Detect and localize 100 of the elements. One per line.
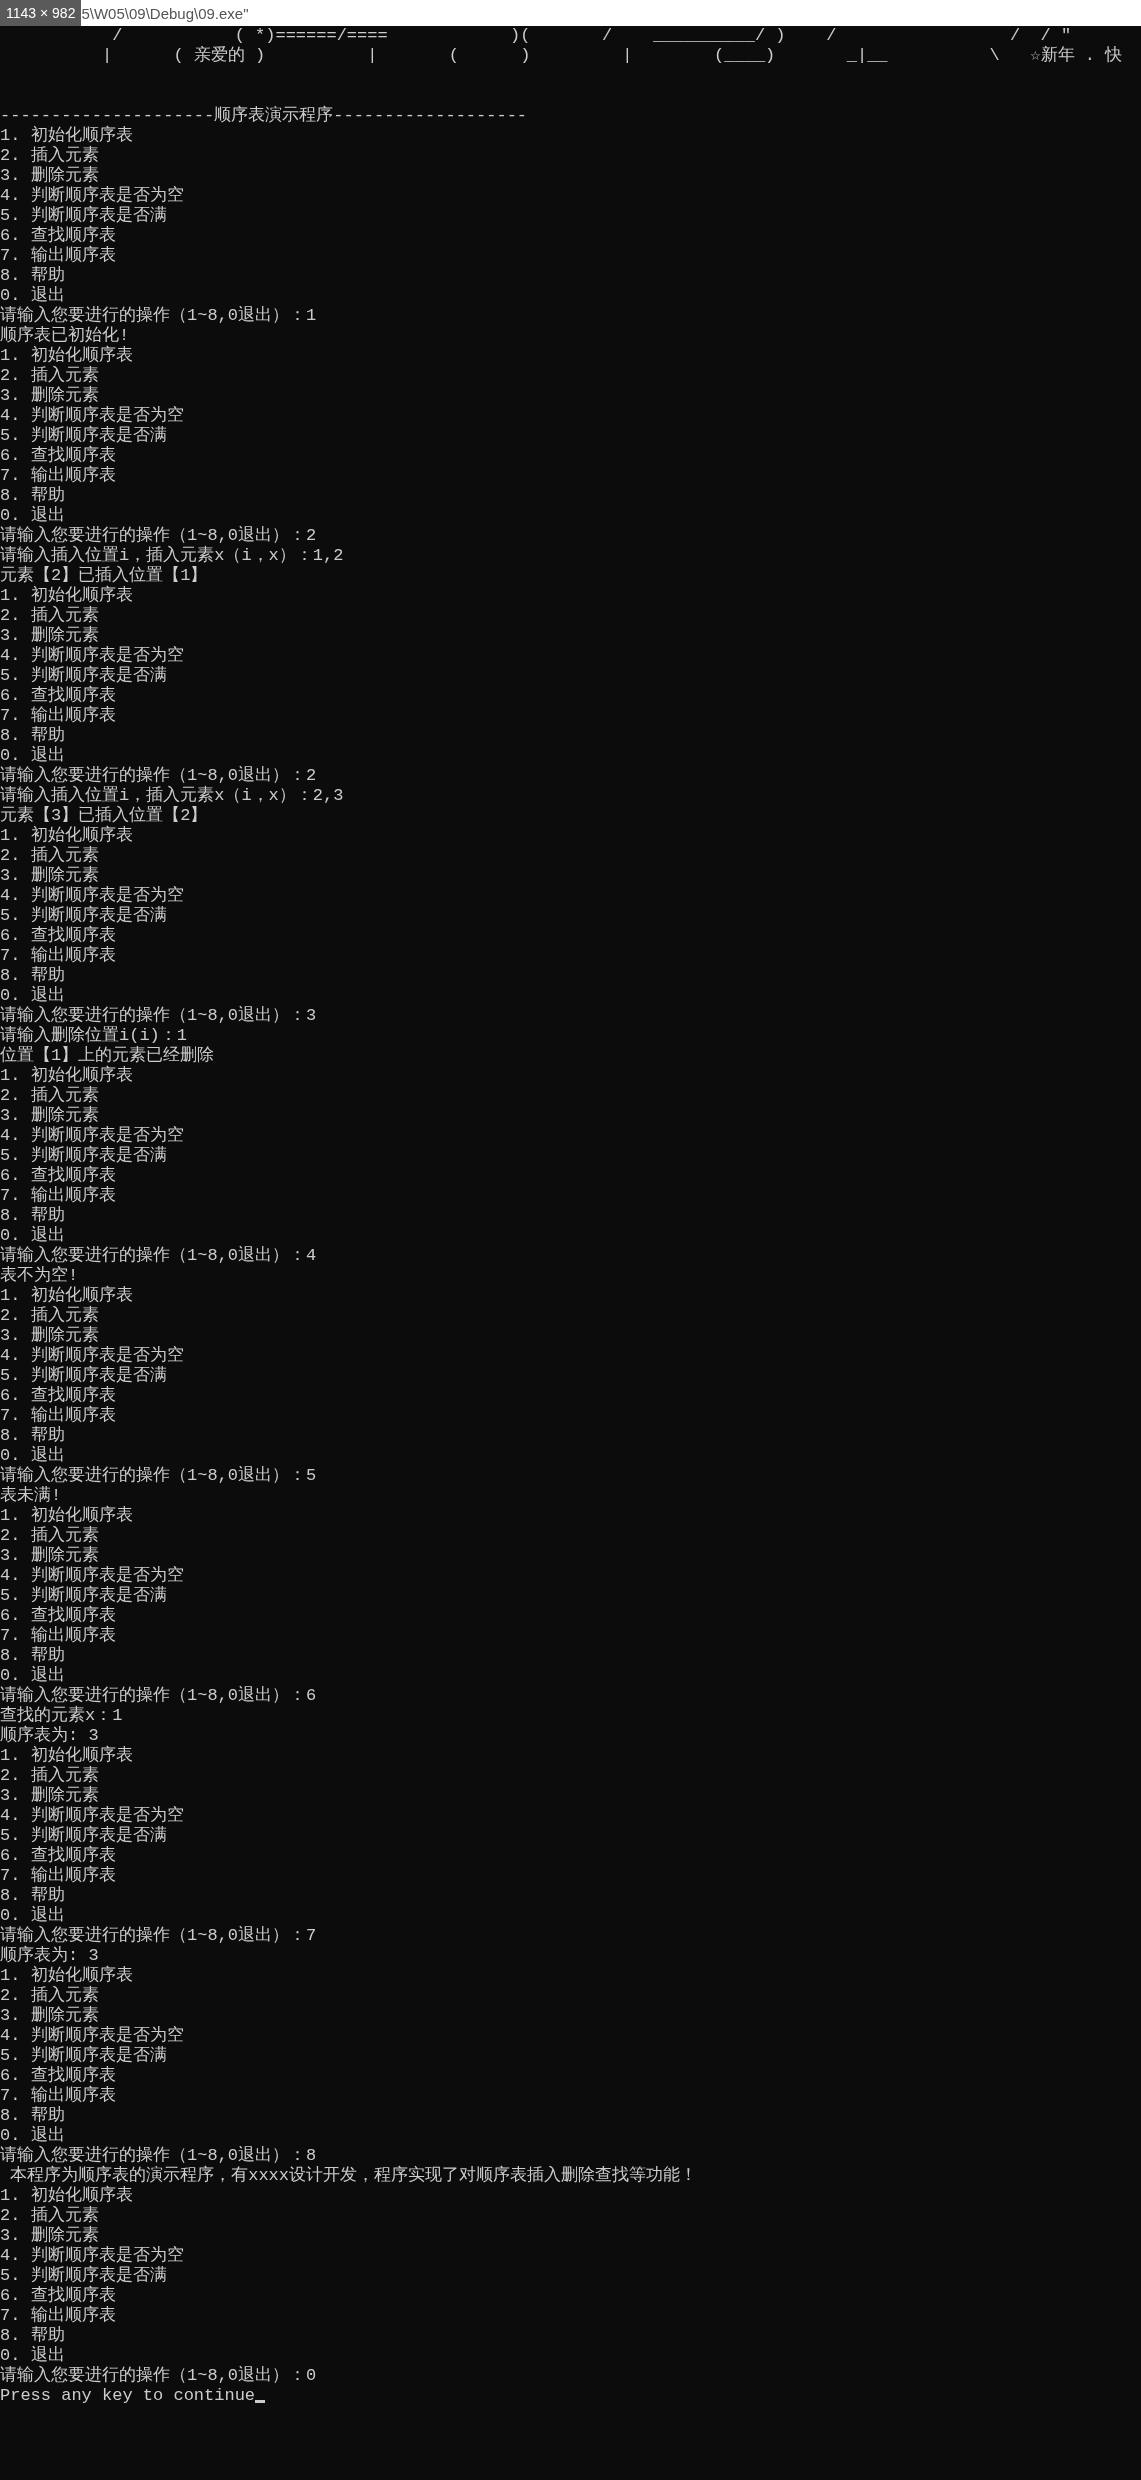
console-line: 5. 判断顺序表是否满 <box>0 2266 167 2285</box>
console-line: 6. 查找顺序表 <box>0 686 116 705</box>
console-line: 7. 输出顺序表 <box>0 2306 116 2326</box>
console-line: 7. 输出顺序表 <box>0 706 116 726</box>
console-line: 元素【2】已插入位置【1】 <box>0 566 208 585</box>
console-line: 请输入您要进行的操作（1~8,0退出）：2 <box>0 526 317 546</box>
console-line: 表不为空! <box>0 1266 79 1286</box>
console-line: 0. 退出 <box>0 1906 65 1926</box>
console-line: 5. 判断顺序表是否满 <box>0 206 167 225</box>
console-line: 5. 判断顺序表是否满 <box>0 1146 167 1165</box>
console-line: 1. 初始化顺序表 <box>0 126 133 146</box>
console-line: 请输入删除位置i(i)：1 <box>0 1026 187 1046</box>
console-line: 7. 输出顺序表 <box>0 946 116 966</box>
console-line: 8. 帮助 <box>0 1886 65 1906</box>
console-line: 2. 插入元素 <box>0 1086 99 1106</box>
console-line: 3. 删除元素 <box>0 1786 99 1805</box>
console-line: 4. 判断顺序表是否为空 <box>0 886 184 905</box>
console-line: 6. 查找顺序表 <box>0 226 116 245</box>
console-line: 6. 查找顺序表 <box>0 2286 116 2305</box>
console-line: 1. 初始化顺序表 <box>0 346 133 366</box>
console-line: 5. 判断顺序表是否满 <box>0 2046 167 2065</box>
console-line: 5. 判断顺序表是否满 <box>0 906 167 925</box>
console-line: 本程序为顺序表的演示程序，有xxxx设计开发，程序实现了对顺序表插入删除查找等功能！ <box>9 2166 697 2185</box>
console-line: 请输入您要进行的操作（1~8,0退出）：1 <box>0 306 317 325</box>
console-line: 2. 插入元素 <box>0 1306 99 1326</box>
console-line: 顺序表为: 3 <box>0 1946 99 1965</box>
console-line: 3. 删除元素 <box>0 626 99 645</box>
console-line: 位置【1】上的元素已经删除 <box>0 1046 215 1065</box>
console-line: 3. 删除元素 <box>0 1106 99 1125</box>
console-line: 4. 判断顺序表是否为空 <box>0 1806 184 1825</box>
console-line: 5. 判断顺序表是否满 <box>0 666 167 685</box>
console-line: 0. 退出 <box>0 746 65 766</box>
console-line: 1. 初始化顺序表 <box>0 2186 133 2206</box>
console-line: 请输入您要进行的操作（1~8,0退出）：2 <box>0 766 317 786</box>
console-line: 6. 查找顺序表 <box>0 1386 116 1405</box>
console-line: 3. 删除元素 <box>0 166 99 185</box>
console-line: 1. 初始化顺序表 <box>0 1066 133 1086</box>
console-line: 请输入您要进行的操作（1~8,0退出）：3 <box>0 1006 317 1026</box>
console-line: 7. 输出顺序表 <box>0 2086 116 2106</box>
console-line: 4. 判断顺序表是否为空 <box>0 2246 184 2265</box>
console-line: 0. 退出 <box>0 986 65 1006</box>
console-line: 2. 插入元素 <box>0 1766 99 1786</box>
console-line: 3. 删除元素 <box>0 2226 99 2245</box>
console-line: 0. 退出 <box>0 1666 65 1686</box>
console-line: 1. 初始化顺序表 <box>0 826 133 846</box>
console-line: 顺序表为: 3 <box>0 1726 99 1745</box>
console-line: 5. 判断顺序表是否满 <box>0 1366 167 1385</box>
console-line: 请输入您要进行的操作（1~8,0退出）：7 <box>0 1926 317 1945</box>
console-line: 元素【3】已插入位置【2】 <box>0 806 208 825</box>
ascii-art-line: / ( *)======/==== )( / __________/ ) / / / ″ <box>111 26 1072 46</box>
console-line: 3. 删除元素 <box>0 1546 99 1565</box>
console-line: 8. 帮助 <box>0 726 65 746</box>
console-line: 7. 输出顺序表 <box>0 1626 116 1646</box>
console-line: 7. 输出顺序表 <box>0 1406 116 1426</box>
window-title: 5\W05\09\Debug\09.exe" <box>81 3 249 24</box>
console-line: 0. 退出 <box>0 1446 65 1466</box>
console-line: 0. 退出 <box>0 506 65 526</box>
console-line: 2. 插入元素 <box>0 2206 99 2226</box>
console-line: 0. 退出 <box>0 286 65 306</box>
console-line: 8. 帮助 <box>0 1646 65 1666</box>
console-line: 请输入您要进行的操作（1~8,0退出）：5 <box>0 1466 317 1486</box>
console-line: 请输入您要进行的操作（1~8,0退出）：4 <box>0 1246 317 1266</box>
console-line: 6. 查找顺序表 <box>0 1166 116 1185</box>
console-line: Press any key to continue <box>0 2386 256 2406</box>
console-line: 8. 帮助 <box>0 266 65 286</box>
console-line: 2. 插入元素 <box>0 146 99 166</box>
console-line: 7. 输出顺序表 <box>0 246 116 266</box>
console-line: 2. 插入元素 <box>0 1526 99 1546</box>
console-line: 6. 查找顺序表 <box>0 926 116 945</box>
console-line: 8. 帮助 <box>0 1206 65 1226</box>
console-line: 6. 查找顺序表 <box>0 446 116 465</box>
console-line: 6. 查找顺序表 <box>0 1846 116 1865</box>
console-line: 查找的元素x：1 <box>0 1706 123 1725</box>
console-line: 5. 判断顺序表是否满 <box>0 1586 167 1605</box>
console-line: 请输入插入位置i，插入元素x（i，x）：2,3 <box>0 786 344 806</box>
console-line: 8. 帮助 <box>0 2326 65 2346</box>
console-line: 2. 插入元素 <box>0 366 99 386</box>
console-line: 6. 查找顺序表 <box>0 1606 116 1625</box>
console-line: 8. 帮助 <box>0 966 65 986</box>
console-line: 0. 退出 <box>0 2126 65 2146</box>
console-line: 3. 删除元素 <box>0 386 99 405</box>
console-line: 4. 判断顺序表是否为空 <box>0 186 184 205</box>
console-line: 4. 判断顺序表是否为空 <box>0 646 184 665</box>
console-line: 1. 初始化顺序表 <box>0 1506 133 1526</box>
console-line: 4. 判断顺序表是否为空 <box>0 1126 184 1145</box>
console-line: 3. 删除元素 <box>0 1326 99 1345</box>
console-line: 3. 删除元素 <box>0 866 99 885</box>
console-line: 请输入插入位置i，插入元素x（i，x）：1,2 <box>0 546 344 566</box>
console-line: 请输入您要进行的操作（1~8,0退出）：8 <box>0 2146 317 2165</box>
console-line: 1. 初始化顺序表 <box>0 1966 133 1986</box>
console-line: 7. 输出顺序表 <box>0 1866 116 1886</box>
console-line: 顺序表已初始化! <box>0 326 130 345</box>
console-line: 请输入您要进行的操作（1~8,0退出）：6 <box>0 1686 317 1706</box>
console-line: 4. 判断顺序表是否为空 <box>0 2026 184 2045</box>
console-line: 4. 判断顺序表是否为空 <box>0 1566 184 1585</box>
console-line: 4. 判断顺序表是否为空 <box>0 406 184 425</box>
console-line: ---------------------顺序表演示程序------------------- <box>0 106 528 125</box>
console-line: 1. 初始化顺序表 <box>0 1286 133 1306</box>
console-line: 8. 帮助 <box>0 486 65 506</box>
console-line: 表未满! <box>0 1486 62 1506</box>
